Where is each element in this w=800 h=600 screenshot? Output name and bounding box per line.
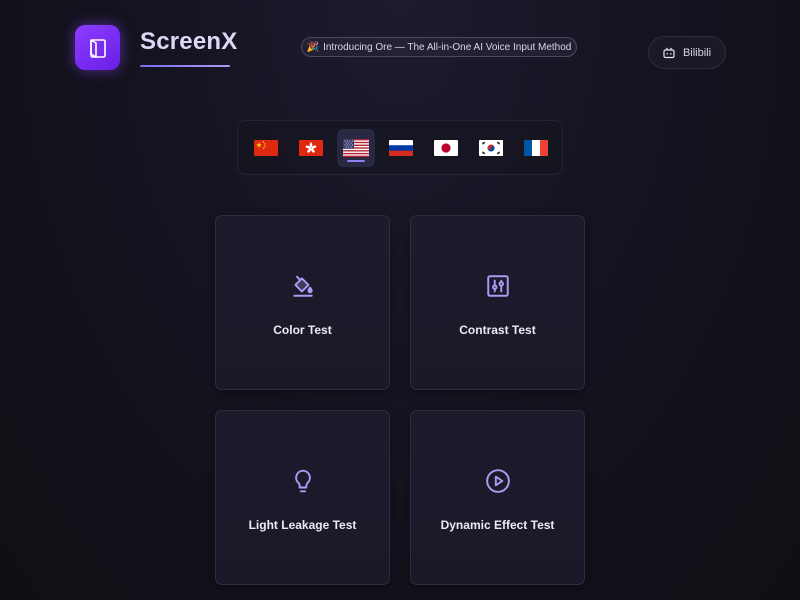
- app-logo[interactable]: [75, 25, 120, 70]
- brand-underline: [140, 65, 230, 67]
- dynamic-effect-test-label: Dynamic Effect Test: [440, 518, 555, 532]
- language-ko[interactable]: [472, 129, 510, 167]
- color-test-card[interactable]: Color Test: [215, 215, 390, 390]
- flag-hong-kong-icon: [299, 139, 323, 156]
- language-ru[interactable]: [382, 129, 420, 167]
- sliders-icon: [486, 275, 509, 297]
- language-en-us[interactable]: [337, 128, 375, 167]
- announcement-text: Introducing Ore — The All-in-One AI Voic…: [323, 41, 572, 53]
- flag-korea-icon: [479, 139, 503, 156]
- flag-france-icon: [524, 139, 548, 156]
- screen-book-icon: [89, 38, 106, 58]
- contrast-test-card[interactable]: Contrast Test: [410, 215, 585, 390]
- brand-title: ScreenX: [140, 28, 238, 55]
- contrast-test-label: Contrast Test: [459, 323, 536, 337]
- bilibili-tv-icon: [663, 47, 675, 58]
- language-zh-cn[interactable]: [247, 129, 285, 167]
- announcement-banner[interactable]: 🎉 Introducing Ore — The All-in-One AI Vo…: [301, 37, 577, 57]
- language-selector: [237, 120, 563, 175]
- light-leakage-test-card[interactable]: Light Leakage Test: [215, 410, 390, 585]
- lightbulb-icon: [294, 469, 311, 493]
- flag-china-icon: [254, 139, 278, 156]
- play-circle-icon: [485, 469, 510, 493]
- paint-bucket-icon: [292, 275, 313, 297]
- bilibili-label: Bilibili: [682, 46, 712, 59]
- bilibili-button[interactable]: Bilibili: [648, 36, 726, 69]
- language-ja[interactable]: [427, 129, 465, 167]
- party-popper-icon: 🎉: [306, 41, 320, 53]
- language-fr[interactable]: [517, 129, 555, 167]
- flag-russia-icon: [389, 139, 413, 156]
- language-zh-hk[interactable]: [292, 129, 330, 167]
- flag-usa-icon: [343, 138, 369, 157]
- flag-japan-icon: [434, 139, 458, 156]
- color-test-label: Color Test: [273, 323, 332, 337]
- dynamic-effect-test-card[interactable]: Dynamic Effect Test: [410, 410, 585, 585]
- light-leakage-test-label: Light Leakage Test: [248, 518, 357, 532]
